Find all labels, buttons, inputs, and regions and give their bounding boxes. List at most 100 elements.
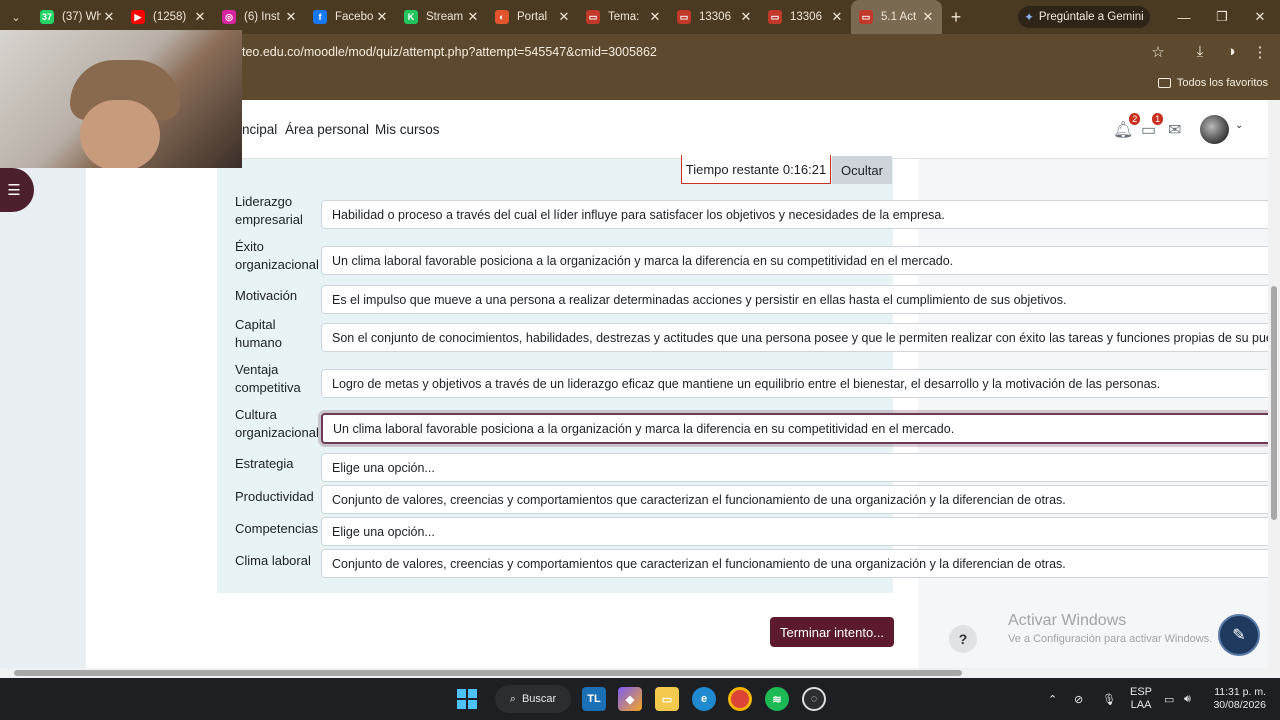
stream-icon: K [404,10,418,24]
windows-taskbar: ⌕ Buscar TL ◆ ▭ e ≋ ◌ ⌃ ⊘ 🎙︎ ESP LAA ▭ 🔊… [0,678,1280,720]
clock-date: 30/08/2026 [1213,699,1266,711]
match-answer-select[interactable]: Logro de metas y objetivos a través de u… [321,369,1280,398]
tab-label: 5.1 Act [881,11,917,23]
tab-label: Stream [426,11,464,23]
tab-close-icon[interactable]: ✕ [920,9,936,25]
tray-volume-icon[interactable]: 🔊︎ [1184,678,1191,720]
match-answer-select[interactable]: Elige una opción... [321,517,1280,546]
match-term-label: Productividad [235,489,314,504]
match-term-label: Competencias [235,521,319,536]
taskbar-tl-app-icon[interactable]: TL [582,687,606,711]
horizontal-scrollbar[interactable] [0,668,1280,678]
bookmark-star-icon[interactable]: ☆ [1148,43,1168,63]
more-menu-icon[interactable]: ⋮ [1250,43,1270,63]
mail-icon[interactable]: ✉ [1168,120,1181,140]
tab-close-icon[interactable]: ✕ [465,9,481,25]
tab-label: Portal [517,11,548,23]
moodle-icon: ▭ [859,10,873,24]
tab-label: (37) Wh [62,11,101,23]
maximize-button[interactable]: ❐ [1203,0,1241,34]
tab-label: (6) Inst [244,11,280,23]
browser-tab[interactable]: ▭ Tema: ✕ [578,0,669,34]
user-menu-chevron-down-icon[interactable]: ⌄ [1235,120,1243,131]
all-bookmarks-button[interactable]: Todos los favoritos [1157,77,1268,89]
match-answer-select[interactable]: Habilidad o proceso a través del cual el… [321,200,1280,229]
vertical-scrollbar[interactable] [1268,100,1280,668]
gemini-button[interactable]: ✦ Pregúntale a Gemini [1018,6,1150,28]
tab-close-icon[interactable]: ✕ [738,9,754,25]
browser-tab[interactable]: ◎ (6) Inst ✕ [214,0,305,34]
taskbar-edge-icon[interactable]: e [692,687,716,711]
whatsapp-icon: 37 [40,10,54,24]
tray-display-icon[interactable]: ▭ [1164,678,1174,720]
tray-language[interactable]: ESP LAA [1130,678,1152,720]
match-answer-select[interactable]: Conjunto de valores, creencias y comport… [321,549,1280,578]
clock-time: 11:31 p. m. [1214,686,1266,698]
magic-wand-button[interactable]: ✎ [1218,614,1260,656]
match-answer-select[interactable]: Conjunto de valores, creencias y comport… [321,485,1280,514]
horizontal-scroll-thumb[interactable] [14,670,962,676]
taskbar-app-icon[interactable]: ◌ [802,687,826,711]
instagram-icon: ◎ [222,10,236,24]
browser-tab[interactable]: ◐ Portal ✕ [487,0,578,34]
match-answer-select[interactable]: Un clima laboral favorable posiciona a l… [321,246,1280,275]
messages-chat-icon[interactable]: ▭ 1 [1141,113,1164,140]
tab-close-icon[interactable]: ✕ [192,9,208,25]
browser-tab[interactable]: f Facebo ✕ [305,0,396,34]
tab-close-icon[interactable]: ✕ [374,9,390,25]
portal-icon: ◐ [495,10,509,24]
vertical-scroll-thumb[interactable] [1271,286,1277,520]
browser-tab[interactable]: K Stream ✕ [396,0,487,34]
match-answer-select[interactable]: Un clima laboral favorable posiciona a l… [321,413,1280,444]
tab-search-chevron-icon[interactable]: ⌄ [0,0,32,34]
notifications-bell-icon[interactable]: 🔔︎ 2 [1113,113,1141,140]
match-term-label: Liderazgo empresarial [235,194,303,227]
browser-tab[interactable]: ▭ 5.1 Act ✕ [851,0,942,34]
doc-icon: ▭ [768,10,782,24]
tray-network-off-icon[interactable]: ⊘ [1074,678,1083,720]
tab-close-icon[interactable]: ✕ [556,9,572,25]
browser-tab[interactable]: ▶ (1258) ✕ [123,0,214,34]
tab-close-icon[interactable]: ✕ [283,9,299,25]
start-windows-icon[interactable] [455,687,479,711]
browser-tab[interactable]: ▭ 13306 ✕ [669,0,760,34]
tab-close-icon[interactable]: ✕ [101,9,117,25]
tab-close-icon[interactable]: ✕ [647,9,663,25]
tab-close-icon[interactable]: ✕ [829,9,845,25]
nav-link-dashboard[interactable]: Área personal [285,122,369,137]
search-icon: ⌕ [509,692,516,705]
keyboard-layout: LAA [1130,699,1152,711]
tab-label: Tema: [608,11,640,23]
taskbar-copilot-icon[interactable]: ◆ [618,687,642,711]
finish-attempt-button[interactable]: Terminar intento... [770,617,894,647]
download-icon[interactable]: ⤓ [1190,43,1210,63]
browser-tab[interactable]: ▭ 13306 ✕ [760,0,851,34]
tab-label: Facebo [335,11,374,23]
match-answer-select[interactable]: Es el impulso que mueve a una persona a … [321,285,1280,314]
tab-strip: 37 (37) Wh ✕ ▶ (1258) ✕ ◎ (6) Inst ✕ f Facebo ✕ K Str… [32,0,942,34]
nav-link-my-courses[interactable]: Mis cursos [375,122,440,137]
gemini-icon: ✦ [1024,12,1034,24]
taskbar-file-explorer-icon[interactable]: ▭ [655,687,679,711]
messages-badge: 1 [1152,113,1164,125]
match-answer-select[interactable]: Elige una opción... [321,453,1280,482]
taskbar-search[interactable]: ⌕ Buscar [495,685,571,713]
new-tab-button[interactable]: + [942,7,970,28]
taskbar-clock[interactable]: 11:31 p. m. 30/08/2026 [1208,686,1266,712]
tray-microphone-icon[interactable]: 🎙︎ [1102,678,1116,720]
taskbar-chrome-icon[interactable] [728,687,752,711]
close-window-button[interactable]: ✕ [1241,0,1279,34]
tray-chevron-up-icon[interactable]: ⌃ [1048,678,1057,720]
help-button[interactable]: ? [949,625,977,653]
match-term-label: Ventaja competitiva [235,362,301,395]
nav-link-home[interactable]: ncipal [242,122,277,137]
match-term-label: Cultura organizacional [235,407,319,440]
profile-icon[interactable]: ◑ [1221,43,1241,63]
url-field[interactable]: teo.edu.co/moodle/mod/quiz/attempt.php?a… [242,45,657,59]
minimize-button[interactable]: — [1165,0,1203,34]
taskbar-spotify-icon[interactable]: ≋ [765,687,789,711]
browser-tab[interactable]: 37 (37) Wh ✕ [32,0,123,34]
hide-timer-button[interactable]: Ocultar [832,156,892,184]
match-answer-select[interactable]: Son el conjunto de conocimientos, habili… [321,323,1280,352]
user-avatar[interactable] [1200,115,1229,144]
